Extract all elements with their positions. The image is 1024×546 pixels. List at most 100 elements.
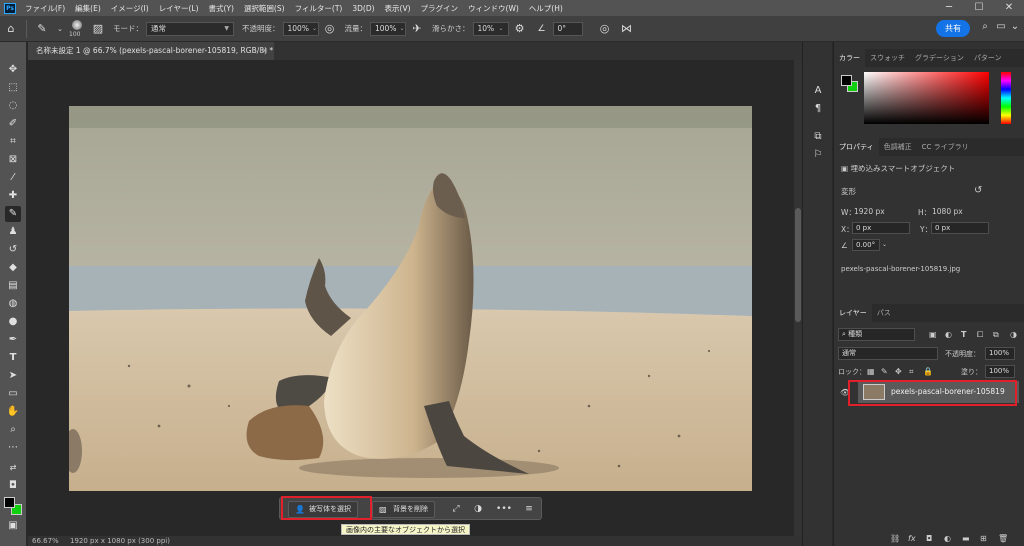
- swap-colors-icon[interactable]: ⇄: [5, 460, 21, 476]
- angle-field[interactable]: 0°: [552, 21, 583, 36]
- libraries-panel-icon[interactable]: ⧉: [811, 130, 825, 144]
- marquee-tool-icon[interactable]: ⬚: [5, 80, 21, 96]
- character-panel-icon[interactable]: A: [811, 84, 825, 98]
- adjustments-panel-icon[interactable]: ⚐: [811, 148, 825, 162]
- flow-field[interactable]: 100% ⌄: [370, 21, 406, 36]
- search-icon[interactable]: ⌕: [978, 21, 992, 35]
- blend-mode-select[interactable]: 通常: [838, 347, 938, 360]
- menu-3d[interactable]: 3D(D): [347, 4, 379, 13]
- opacity-field[interactable]: 100% ⌄: [282, 21, 319, 36]
- tab-patterns[interactable]: パターン: [969, 49, 1007, 67]
- frame-tool-icon[interactable]: ⊠: [5, 152, 21, 168]
- gear-icon[interactable]: ⚙: [512, 21, 528, 37]
- tab-color[interactable]: カラー: [834, 49, 865, 67]
- menu-layer[interactable]: レイヤー(L): [154, 3, 204, 14]
- pressure-opacity-icon[interactable]: ◎: [322, 21, 338, 37]
- screen-mode-icon[interactable]: ▣: [5, 518, 21, 534]
- menu-edit[interactable]: 編集(E): [70, 3, 106, 14]
- canvas-image[interactable]: [69, 106, 752, 491]
- menu-file[interactable]: ファイル(F): [20, 3, 70, 14]
- more-tools-icon[interactable]: ⋯: [5, 440, 21, 456]
- pressure-size-icon[interactable]: ◎: [597, 21, 613, 37]
- menu-window[interactable]: ウィンドウ(W): [463, 3, 524, 14]
- path-select-tool-icon[interactable]: ➤: [5, 368, 21, 384]
- tab-layers[interactable]: レイヤー: [834, 304, 872, 322]
- x-field[interactable]: 0 px: [852, 222, 910, 234]
- filter-toggle-icon[interactable]: ◑: [1010, 330, 1017, 339]
- crop-tool-icon[interactable]: ⌗: [5, 134, 21, 150]
- add-mask-icon[interactable]: ◘: [926, 534, 932, 543]
- paragraph-panel-icon[interactable]: ¶: [811, 102, 825, 116]
- chevron-down-icon[interactable]: ⌄: [56, 21, 64, 37]
- brush-settings-icon[interactable]: ▨: [90, 21, 106, 37]
- tab-cc-libraries[interactable]: CC ライブラリ: [917, 138, 974, 156]
- move-tool-icon[interactable]: ✥: [5, 62, 21, 78]
- lock-transparent-icon[interactable]: ▦: [867, 367, 875, 376]
- taskbar-settings-icon[interactable]: ≡: [521, 501, 537, 517]
- blur-tool-icon[interactable]: ◍: [5, 296, 21, 312]
- hand-tool-icon[interactable]: ✋: [5, 404, 21, 420]
- menu-type[interactable]: 書式(Y): [204, 3, 239, 14]
- brush-tool-icon[interactable]: ✎: [34, 21, 50, 37]
- document-tab[interactable]: 名称未設定 1 @ 66.7% (pexels-pascal-borener-1…: [28, 42, 274, 60]
- new-group-icon[interactable]: ▬: [962, 534, 970, 543]
- menu-plugins[interactable]: プラグイン: [416, 3, 464, 14]
- hue-slider[interactable]: [1001, 72, 1011, 124]
- filter-smart-object-icon[interactable]: ⧉: [993, 330, 999, 340]
- minimize-button[interactable]: ─: [934, 0, 964, 16]
- smoothing-field[interactable]: 10% ⌄: [472, 21, 509, 36]
- link-layers-icon[interactable]: ⛓: [890, 534, 900, 543]
- adjustment-layer-icon[interactable]: ◐: [944, 534, 951, 543]
- close-icon[interactable]: ×: [262, 42, 268, 60]
- quick-select-tool-icon[interactable]: ✐: [5, 116, 21, 132]
- delete-layer-icon[interactable]: 🗑: [998, 534, 1008, 543]
- brush-tool-icon[interactable]: ✎: [5, 206, 21, 222]
- eyedropper-tool-icon[interactable]: ⁄: [5, 170, 21, 186]
- layer-opacity-field[interactable]: 100%: [985, 347, 1015, 360]
- lock-all-icon[interactable]: 🔒: [923, 367, 933, 376]
- share-button[interactable]: 共有: [936, 20, 970, 37]
- vertical-scrollbar[interactable]: [794, 60, 802, 536]
- filter-shape-icon[interactable]: ⧠: [977, 330, 983, 340]
- angle-field[interactable]: 0.00°: [852, 239, 880, 251]
- history-brush-tool-icon[interactable]: ↺: [5, 242, 21, 258]
- lock-artboard-icon[interactable]: ⌗: [909, 367, 914, 377]
- dodge-tool-icon[interactable]: ●: [5, 314, 21, 330]
- new-layer-icon[interactable]: ⊞: [980, 534, 987, 543]
- gradient-tool-icon[interactable]: ▤: [5, 278, 21, 294]
- y-field[interactable]: 0 px: [931, 222, 989, 234]
- adjustment-icon[interactable]: ◑: [470, 501, 486, 517]
- menu-select[interactable]: 選択範囲(S): [239, 3, 290, 14]
- rectangle-tool-icon[interactable]: ▭: [5, 386, 21, 402]
- menu-help[interactable]: ヘルプ(H): [524, 3, 568, 14]
- transform-icon[interactable]: ⤢: [448, 501, 464, 517]
- clone-stamp-tool-icon[interactable]: ♟: [5, 224, 21, 240]
- lock-image-icon[interactable]: ✎: [881, 367, 888, 376]
- close-button[interactable]: ✕: [994, 0, 1024, 16]
- workspace-icon[interactable]: ▭: [994, 21, 1008, 35]
- menu-filter[interactable]: フィルター(T): [290, 3, 348, 14]
- tab-properties[interactable]: プロパティ: [834, 138, 879, 156]
- eraser-tool-icon[interactable]: ◆: [5, 260, 21, 276]
- chevron-down-icon[interactable]: ⌄: [882, 241, 887, 248]
- healing-brush-tool-icon[interactable]: ✚: [5, 188, 21, 204]
- home-icon[interactable]: ⌂: [3, 21, 19, 37]
- lock-position-icon[interactable]: ✥: [895, 367, 902, 376]
- w-value[interactable]: 1920 px: [854, 207, 885, 216]
- tab-adjustments[interactable]: 色調補正: [879, 138, 917, 156]
- remove-background-button[interactable]: ▨ 背景を削除: [372, 501, 435, 518]
- tab-swatches[interactable]: スウォッチ: [865, 49, 910, 67]
- pen-tool-icon[interactable]: ✒: [5, 332, 21, 348]
- airbrush-icon[interactable]: ✈: [409, 21, 425, 37]
- filter-adjustment-icon[interactable]: ◐: [945, 330, 952, 339]
- brush-preset-picker[interactable]: 100: [67, 19, 87, 39]
- fill-field[interactable]: 100%: [985, 365, 1015, 378]
- reset-transform-icon[interactable]: ↺: [974, 185, 982, 196]
- maximize-button[interactable]: ☐: [964, 0, 994, 16]
- menu-image[interactable]: イメージ(I): [106, 3, 154, 14]
- type-tool-icon[interactable]: T: [5, 350, 21, 366]
- h-value[interactable]: 1080 px: [932, 207, 963, 216]
- panel-foreground-swatch[interactable]: [841, 75, 852, 86]
- more-options-button[interactable]: •••: [496, 501, 512, 517]
- layer-filter-select[interactable]: ⌕ 種類: [838, 328, 915, 341]
